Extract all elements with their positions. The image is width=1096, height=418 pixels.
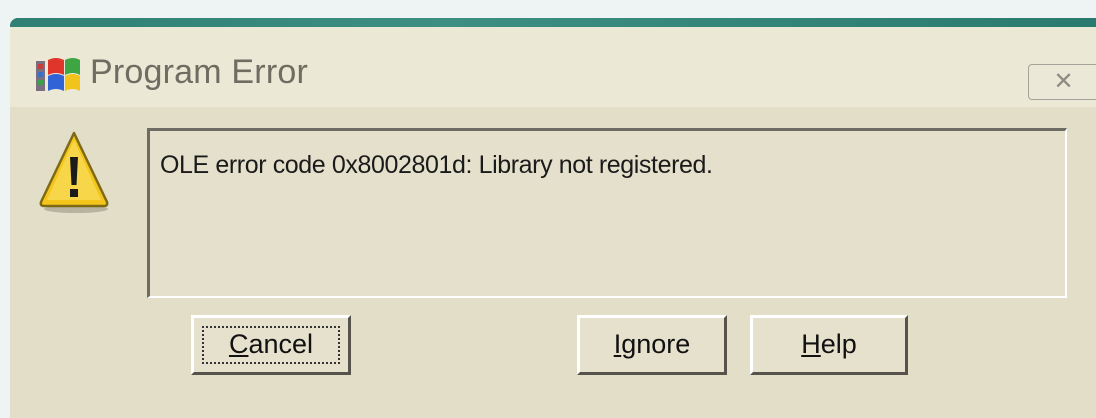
ignore-label: gnore: [621, 329, 691, 359]
windows-flag-icon: [36, 58, 80, 91]
error-dialog: Program Error ✕ OLE error code 0x8002801…: [10, 18, 1096, 418]
help-mnemonic: H: [801, 329, 821, 359]
title-bar[interactable]: Program Error ✕: [10, 27, 1096, 107]
help-button[interactable]: Help: [750, 315, 908, 375]
close-icon: ✕: [1053, 68, 1074, 95]
cancel-mnemonic: C: [228, 329, 249, 359]
ignore-button[interactable]: Ignore: [577, 315, 727, 375]
window-title: Program Error: [90, 53, 308, 91]
help-label: elp: [820, 329, 857, 359]
error-message: OLE error code 0x8002801d: Library not r…: [160, 151, 713, 179]
cancel-label: ancel: [248, 329, 314, 359]
title-accent-bar: [10, 18, 1096, 27]
close-button[interactable]: ✕: [1028, 64, 1096, 100]
warning-icon: [39, 131, 109, 213]
message-box: OLE error code 0x8002801d: Library not r…: [147, 128, 1067, 298]
cancel-button[interactable]: Cancel: [191, 315, 351, 375]
